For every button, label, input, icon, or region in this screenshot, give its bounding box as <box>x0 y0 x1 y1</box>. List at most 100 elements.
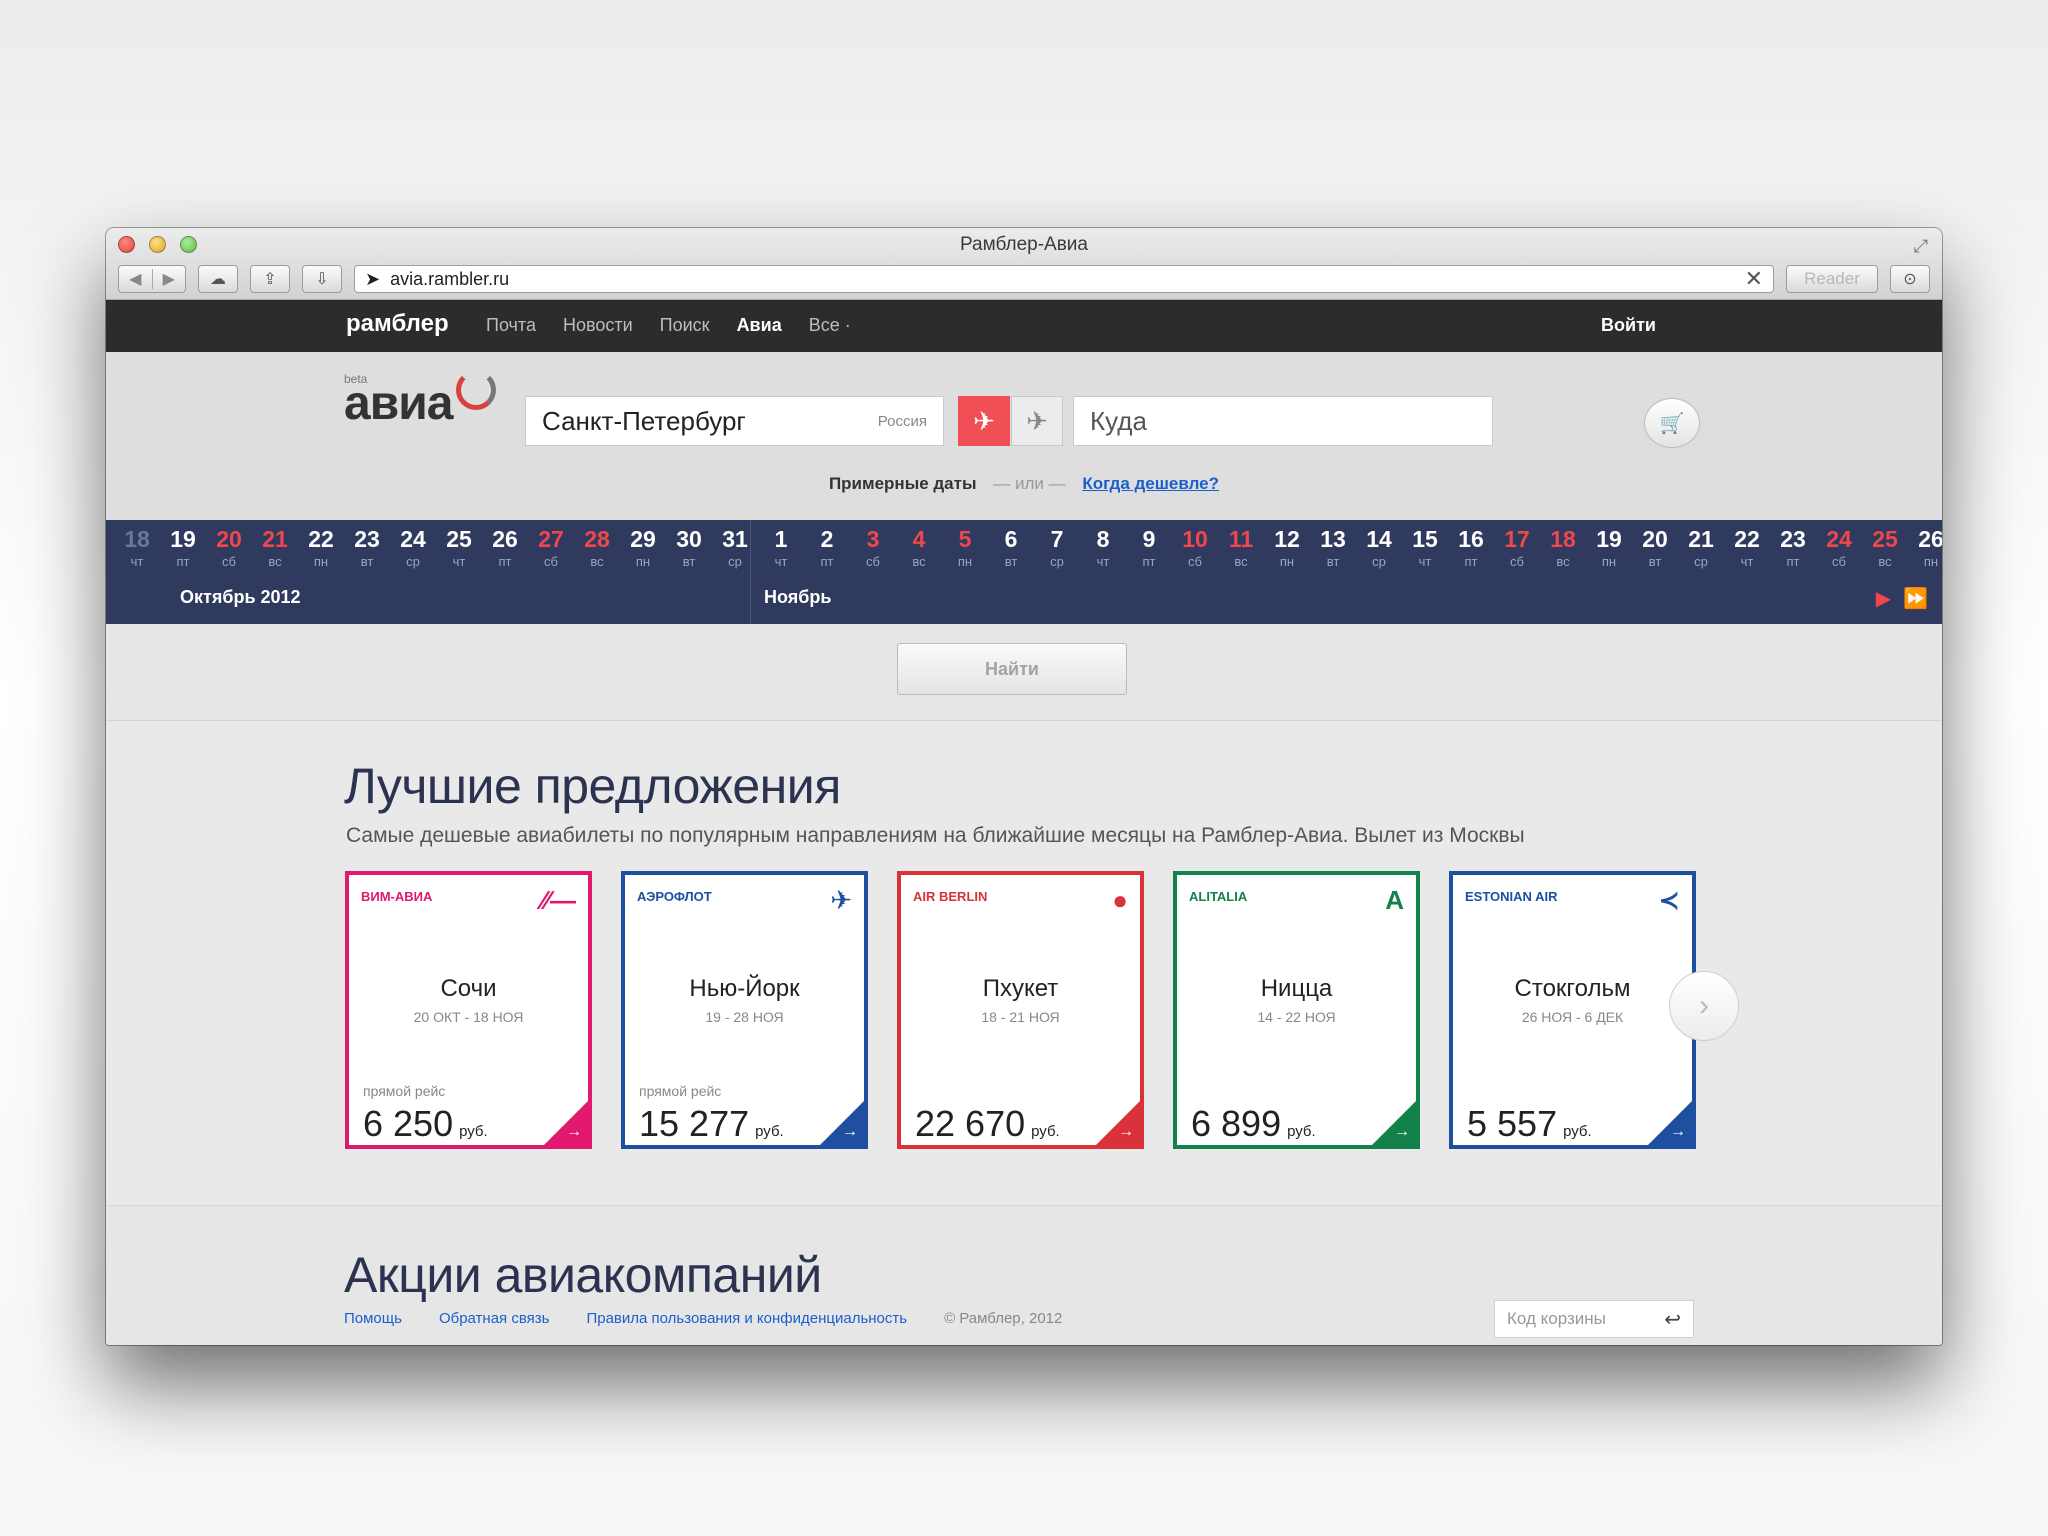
calendar-day[interactable]: 16 пт <box>1448 526 1494 569</box>
address-bar[interactable]: ➤ avia.rambler.ru ✕ <box>354 265 1774 293</box>
airline-logo-icon: ≺ <box>1658 885 1680 915</box>
calendar-day[interactable]: 6 вт <box>988 526 1034 569</box>
calendar-day[interactable]: 8 чт <box>1080 526 1126 569</box>
offer-card[interactable]: AIR BERLIN ● Пхукет 18 - 21 НОЯ 22 670 руб. → <box>897 871 1144 1149</box>
fullscreen-icon[interactable]: ⤢ <box>1914 236 1928 257</box>
calendar-day[interactable]: 25 чт <box>436 526 482 569</box>
calendar-day[interactable]: 7 ср <box>1034 526 1080 569</box>
nav-link-search[interactable]: Поиск <box>660 315 710 336</box>
footer-link-feedback[interactable]: Обратная связь <box>439 1310 550 1327</box>
nav-link-news[interactable]: Новости <box>563 315 633 336</box>
calendar-day[interactable]: 23 пт <box>1770 526 1816 569</box>
calendar-day[interactable]: 1 чт <box>758 526 804 569</box>
calendar-day[interactable]: 10 сб <box>1172 526 1218 569</box>
calendar-day[interactable]: 19 пт <box>160 526 206 569</box>
calendar-day[interactable]: 22 пн <box>298 526 344 569</box>
calendar-day[interactable]: 22 чт <box>1724 526 1770 569</box>
nav-link-mail[interactable]: Почта <box>486 315 536 336</box>
calendar-day[interactable]: 26 пн <box>1908 526 1942 569</box>
when-cheaper-link[interactable]: Когда дешевле? <box>1082 474 1219 493</box>
basket-code-placeholder[interactable]: Код корзины <box>1507 1309 1664 1329</box>
calendar-day[interactable]: 18 вс <box>1540 526 1586 569</box>
airline-name: ВИМ-АВИА <box>361 889 433 904</box>
nav-link-all[interactable]: Все · <box>809 315 851 336</box>
destination-field[interactable]: Куда <box>1073 396 1493 446</box>
oneway-button[interactable]: ✈ <box>1011 396 1063 446</box>
find-button[interactable]: Найти <box>897 643 1127 695</box>
calendar-day[interactable]: 20 сб <box>206 526 252 569</box>
footer-link-help[interactable]: Помощь <box>344 1310 402 1327</box>
share-button[interactable]: ⇪ <box>250 265 290 293</box>
cart-button[interactable]: 🛒 <box>1644 398 1700 448</box>
weekday-label: вт <box>1004 554 1018 569</box>
calendar-day[interactable]: 29 пн <box>620 526 666 569</box>
login-link[interactable]: Войти <box>1601 315 1656 336</box>
arrow-right-icon[interactable]: → <box>1670 1123 1686 1141</box>
forward-icon[interactable]: ▶ <box>153 269 186 289</box>
basket-code-input[interactable]: Код корзины ↩ <box>1494 1300 1694 1338</box>
calendar-day[interactable]: 23 вт <box>344 526 390 569</box>
weekday-label: ср <box>1372 554 1386 569</box>
calendar-day[interactable]: 26 пт <box>482 526 528 569</box>
destination-placeholder[interactable]: Куда <box>1090 406 1147 437</box>
offer-card[interactable]: ESTONIAN AIR ≺ Стокгольм 26 НОЯ - 6 ДЕК 5 55… <box>1449 871 1696 1149</box>
calendar-day[interactable]: 21 ср <box>1678 526 1724 569</box>
calendar-day[interactable]: 5 пн <box>942 526 988 569</box>
calendar-day[interactable]: 25 вс <box>1862 526 1908 569</box>
url-text[interactable]: avia.rambler.ru <box>390 269 1734 290</box>
arrow-right-icon[interactable]: → <box>566 1123 582 1141</box>
calendar-day[interactable]: 24 ср <box>390 526 436 569</box>
weekday-label: пн <box>313 554 329 569</box>
calendar-day[interactable]: 21 вс <box>252 526 298 569</box>
currency: руб. <box>1287 1123 1316 1140</box>
direct-flight-label: прямой рейс <box>639 1083 722 1099</box>
back-icon[interactable]: ◀ <box>119 269 153 289</box>
day-number: 9 <box>1142 526 1156 552</box>
calendar-day[interactable]: 12 пн <box>1264 526 1310 569</box>
calendar-day[interactable]: 27 сб <box>528 526 574 569</box>
calendar-day[interactable]: 31 ср <box>712 526 758 569</box>
rambler-logo[interactable]: рамблер <box>346 310 449 338</box>
next-offers-button[interactable]: › <box>1669 971 1739 1041</box>
footer-link-terms[interactable]: Правила пользования и конфиденциальность <box>586 1310 907 1327</box>
roundtrip-button[interactable]: ✈ <box>958 396 1010 446</box>
arrow-right-icon[interactable]: → <box>842 1123 858 1141</box>
calendar-day[interactable]: 11 вс <box>1218 526 1264 569</box>
stop-loading-icon[interactable]: ✕ <box>1745 266 1763 292</box>
calendar-day[interactable]: 28 вс <box>574 526 620 569</box>
calendar-day[interactable]: 4 вс <box>896 526 942 569</box>
approx-dates-link[interactable]: Примерные даты <box>829 474 977 493</box>
browser-window: Рамблер-Авиа ⤢ ◀ ▶ ☁ ⇪ ⇩ ➤ avia.rambler.… <box>106 228 1942 1345</box>
calendar-day[interactable]: 3 сб <box>850 526 896 569</box>
arrow-right-icon[interactable]: → <box>1118 1123 1134 1141</box>
calendar-day[interactable]: 30 вт <box>666 526 712 569</box>
offer-card[interactable]: ВИМ-АВИА ∕∕— Сочи 20 ОКТ - 18 НОЯ прямой рей… <box>345 871 592 1149</box>
next-month-icon[interactable]: ⏩ <box>1903 586 1928 611</box>
offer-card[interactable]: АЭРОФЛОТ ✈ Нью-Йорк 19 - 28 НОЯ прямой рейс 1… <box>621 871 868 1149</box>
nav-link-avia[interactable]: Авиа <box>737 315 782 336</box>
calendar-day[interactable]: 17 сб <box>1494 526 1540 569</box>
calendar-day[interactable]: 2 пт <box>804 526 850 569</box>
reader-button[interactable]: Reader <box>1786 265 1878 293</box>
calendar-day[interactable]: 19 пн <box>1586 526 1632 569</box>
downloads-button[interactable]: ⇩ <box>302 265 342 293</box>
avia-logo[interactable]: beta авиа <box>344 370 496 431</box>
arrow-right-icon[interactable]: → <box>1394 1123 1410 1141</box>
calendar-day[interactable]: 15 чт <box>1402 526 1448 569</box>
icloud-tabs-button[interactable]: ☁ <box>198 265 238 293</box>
calendar-day[interactable]: 13 вт <box>1310 526 1356 569</box>
enter-icon[interactable]: ↩ <box>1664 1307 1681 1332</box>
day-number: 19 <box>1596 526 1622 552</box>
calendar-day[interactable]: 20 вт <box>1632 526 1678 569</box>
origin-field[interactable]: Санкт-Петербург Россия <box>525 396 944 446</box>
calendar-day[interactable]: 24 сб <box>1816 526 1862 569</box>
downloads-list-button[interactable]: ⊙ <box>1890 265 1930 293</box>
day-number: 3 <box>866 526 880 552</box>
calendar-day[interactable]: 14 ср <box>1356 526 1402 569</box>
calendar-day[interactable]: 9 пт <box>1126 526 1172 569</box>
roundtrip-plane-icon: ✈ <box>973 405 995 436</box>
day-number: 26 <box>1918 526 1942 552</box>
next-day-icon[interactable]: ▶ <box>1876 586 1891 611</box>
origin-city[interactable]: Санкт-Петербург <box>542 406 878 437</box>
offer-card[interactable]: ALITALIA A Ницца 14 - 22 НОЯ 6 899 руб. → <box>1173 871 1420 1149</box>
